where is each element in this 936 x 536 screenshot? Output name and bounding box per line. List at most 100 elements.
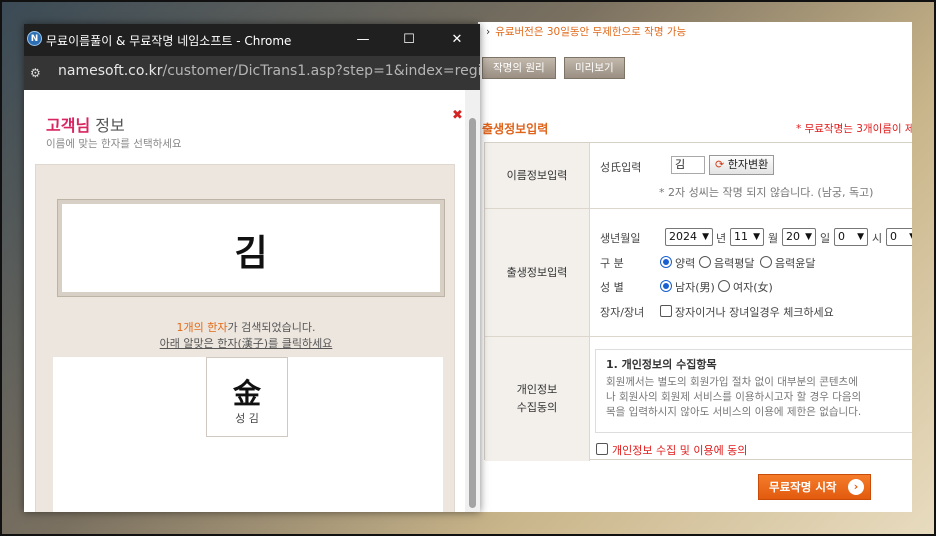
privacy-box-title: 1. 개인정보의 수집항목 xyxy=(606,358,717,371)
close-button[interactable]: ✕ xyxy=(434,24,480,56)
input-table: 이름정보입력 성氏입력 김 ⟳ 한자변환 * 2자 성씨는 작명 되지 않습니다… xyxy=(484,142,912,461)
privacy-text-box[interactable]: 1. 개인정보의 수집항목 회원께서는 별도의 회원가입 절차 없이 대부분의 … xyxy=(595,349,912,433)
window-title: 무료이름풀이 & 무료작명 네임소프트 - Chrome xyxy=(46,34,292,48)
maximize-button[interactable]: ☐ xyxy=(386,24,432,56)
privacy-agree-label: 개인정보 수집 및 이용에 동의 xyxy=(612,444,748,457)
eldest-label: 장자/장녀 xyxy=(600,306,645,319)
arrow-right-icon: › xyxy=(848,479,864,495)
female-radio[interactable] xyxy=(718,280,730,292)
year-select[interactable]: 2024 ▼ xyxy=(665,228,713,246)
main-page: › 유료버전은 30일동안 무제한으로 작명 가능 작명의 원리 미리보기 출생정… xyxy=(478,22,912,512)
name-row-header: 이름정보입력 xyxy=(485,143,590,208)
privacy-agree-checkbox[interactable] xyxy=(596,443,608,455)
section-title: 출생정보입력 xyxy=(482,122,549,136)
surname-label: 성氏입력 xyxy=(600,161,642,174)
privacy-text-line: 목을 입력하시지 않아도 서비스의 이용에 제한은 없습니다. xyxy=(606,406,862,418)
hanja-option-card[interactable]: 金 성 김 xyxy=(206,357,288,437)
address-bar[interactable]: ⚙ namesoft.co.kr/customer/DicTrans1.asp?… xyxy=(24,56,480,90)
male-label: 남자(男) xyxy=(675,281,715,294)
free-naming-note: * 무료작명는 3개이름이 제공 xyxy=(796,123,912,135)
hour-unit: 시 xyxy=(872,232,883,245)
solar-radio[interactable] xyxy=(660,256,672,268)
privacy-head-line1: 개인정보 xyxy=(516,383,558,396)
birthdate-label: 생년월일 xyxy=(600,232,641,245)
close-icon: ✕ xyxy=(451,32,463,47)
chevron-down-icon: ▼ xyxy=(702,232,709,242)
month-select[interactable]: 11 ▼ xyxy=(730,228,764,246)
hanja-convert-button[interactable]: ⟳ 한자변환 xyxy=(709,155,775,175)
paid-version-notice: › 유료버전은 30일동안 무제한으로 작명 가능 xyxy=(486,26,687,38)
gender-label: 성 별 xyxy=(600,281,624,294)
hanja-reading: 성 김 xyxy=(235,412,259,425)
lunar-leap-radio[interactable] xyxy=(760,256,772,268)
privacy-text-line: 나 회원사의 회원제 서비스를 이용하시고자 할 경우 다음의 xyxy=(606,391,862,403)
url-path: /customer/DicTrans1.asp?step=1&index=reg… xyxy=(162,63,480,79)
popup-title-rest: 정보 xyxy=(90,116,125,135)
name-display: 김 xyxy=(234,233,268,274)
minute-value: 0 xyxy=(890,230,897,243)
namesoft-app-icon: N xyxy=(27,31,42,46)
name-display-box: 김 xyxy=(58,200,444,296)
start-free-naming-button[interactable]: 무료작명 시작 › xyxy=(758,474,871,500)
minimize-button[interactable]: — xyxy=(340,24,386,56)
month-value: 11 xyxy=(734,230,748,243)
minute-select[interactable]: 0▼ xyxy=(886,228,912,246)
found-count: 1개의 한자 xyxy=(176,321,228,334)
chevron-down-icon: ▼ xyxy=(909,229,912,245)
site-settings-icon[interactable]: ⚙ xyxy=(30,65,46,81)
preview-tab-button[interactable]: 미리보기 xyxy=(564,57,625,79)
month-unit: 월 xyxy=(768,232,779,245)
search-result-text: 1개의 한자가 검색되었습니다. xyxy=(36,319,456,335)
birth-row-header: 출생정보입력 xyxy=(485,209,590,336)
title-bar: N 무료이름풀이 & 무료작명 네임소프트 - Chrome — ☐ ✕ xyxy=(24,24,480,56)
surname-input[interactable]: 김 xyxy=(671,156,705,174)
url-text: namesoft.co.kr/customer/DicTrans1.asp?st… xyxy=(58,63,480,79)
chevron-down-icon: ▼ xyxy=(805,232,812,242)
male-radio[interactable] xyxy=(660,280,672,292)
day-select[interactable]: 20 ▼ xyxy=(782,228,816,246)
convert-button-label: 한자변환 xyxy=(727,158,769,171)
convert-icon: ⟳ xyxy=(715,158,725,171)
day-unit: 일 xyxy=(820,232,831,245)
calendar-type-label: 구 분 xyxy=(600,257,624,270)
lunar-normal-radio[interactable] xyxy=(699,256,711,268)
popup-title: 고객님 정보 xyxy=(46,112,125,136)
birth-info-row: 출생정보입력 생년월일 2024▼ 년 11▼ 월 20▼ 일 0▼ 시 0▼ … xyxy=(485,209,912,337)
chevron-down-icon: ▼ xyxy=(857,232,864,242)
popup-window: N 무료이름풀이 & 무료작명 네임소프트 - Chrome — ☐ ✕ ⚙ n… xyxy=(24,24,480,512)
principle-tab-button[interactable]: 작명의 원리 xyxy=(482,57,556,79)
name-panel: 김 1개의 한자가 검색되었습니다. 아래 알맞은 한자(漢子)를 클릭하세요 … xyxy=(35,164,455,512)
popup-scrollbar[interactable] xyxy=(465,90,480,512)
lunar-normal-label: 음력평달 xyxy=(714,257,755,270)
solar-label: 양력 xyxy=(675,257,696,270)
hour-select[interactable]: 0 ▼ xyxy=(834,228,868,246)
surname-note: * 2자 성씨는 작명 되지 않습니다. (남궁, 독고) xyxy=(659,186,874,199)
year-unit: 년 xyxy=(716,232,727,245)
maximize-icon: ☐ xyxy=(403,32,415,47)
eldest-check-label: 장자이거나 장녀일경우 체크하세요 xyxy=(675,306,834,319)
url-domain: namesoft.co.kr xyxy=(58,63,163,79)
popup-content: 고객님 정보 이름에 맞는 한자를 선택하세요 ✖ 김 1개의 한자가 검색되었… xyxy=(24,90,465,512)
year-value: 2024 xyxy=(669,230,697,243)
name-info-row: 이름정보입력 성氏입력 김 ⟳ 한자변환 * 2자 성씨는 작명 되지 않습니다… xyxy=(485,143,912,209)
privacy-row-header: 개인정보수집동의 xyxy=(485,337,590,461)
female-label: 여자(女) xyxy=(733,281,773,294)
found-rest: 가 검색되었습니다. xyxy=(227,321,316,334)
hanja-options-area: 金 성 김 xyxy=(53,357,443,512)
chevron-down-icon: ▼ xyxy=(753,232,760,242)
eldest-checkbox[interactable] xyxy=(660,305,672,317)
scrollbar-thumb[interactable] xyxy=(469,118,476,508)
hanja-instruction: 아래 알맞은 한자(漢子)를 클릭하세요 xyxy=(159,337,333,350)
hour-value: 0 xyxy=(838,230,845,243)
popup-subtitle: 이름에 맞는 한자를 선택하세요 xyxy=(46,138,182,150)
start-button-label: 무료작명 시작 xyxy=(769,480,837,494)
day-value: 20 xyxy=(786,230,800,243)
lunar-leap-label: 음력윤달 xyxy=(775,257,816,270)
privacy-text-line: 회원께서는 별도의 회원가입 절차 없이 대부분의 콘텐츠에 xyxy=(606,376,858,388)
privacy-row: 개인정보수집동의 1. 개인정보의 수집항목 회원께서는 별도의 회원가입 절차… xyxy=(485,337,912,461)
popup-close-icon[interactable]: ✖ xyxy=(452,108,463,123)
privacy-head-line2: 수집동의 xyxy=(516,401,558,414)
hanja-character: 金 xyxy=(232,377,261,410)
minimize-icon: — xyxy=(356,32,370,47)
popup-title-main: 고객님 xyxy=(46,116,91,135)
